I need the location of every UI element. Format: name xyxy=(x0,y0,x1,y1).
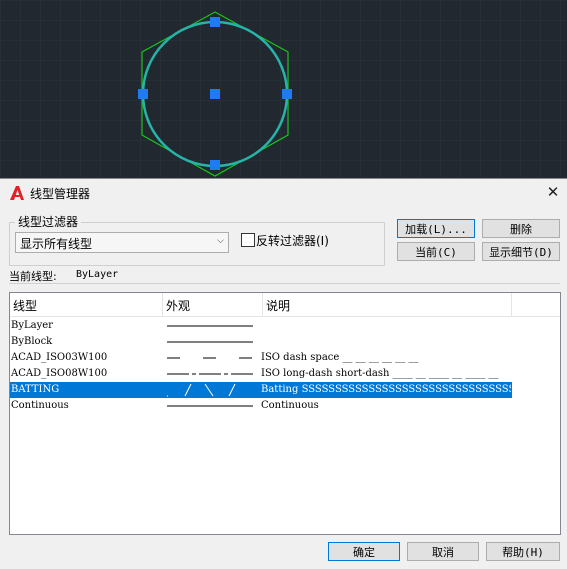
linetype-name: ByBlock xyxy=(11,336,53,347)
column-header-linetype[interactable]: 线型 xyxy=(10,293,163,316)
show-details-button[interactable]: 显示细节(D) xyxy=(482,242,560,261)
linetype-appearance xyxy=(167,373,253,375)
table-row[interactable]: ByBlock xyxy=(10,334,512,350)
close-icon[interactable]: ✕ xyxy=(541,181,565,203)
linetype-appearance xyxy=(167,325,253,327)
load-button[interactable]: 加载(L)... xyxy=(397,219,475,238)
grip-top[interactable] xyxy=(210,17,220,27)
linetype-description: ISO dash space __ __ __ __ __ __ xyxy=(261,352,419,363)
linetype-appearance xyxy=(167,405,253,407)
linetype-name: ACAD_ISO08W100 xyxy=(11,368,108,379)
grip-left[interactable] xyxy=(138,89,148,99)
grip-bottom[interactable] xyxy=(210,160,220,170)
set-current-button[interactable]: 当前(C) xyxy=(397,242,475,261)
dialog-title: 线型管理器 xyxy=(30,187,91,201)
linetype-appearance xyxy=(167,341,253,343)
chevron-down-icon: ⌵ xyxy=(217,236,224,246)
linetype-name: Continuous xyxy=(11,400,69,411)
linetype-name: ACAD_ISO03W100 xyxy=(11,352,108,363)
linetype-name: BATTING xyxy=(11,384,60,395)
linetype-description: Batting SSSSSSSSSSSSSSSSSSSSSSSSSSSSSSSS… xyxy=(261,384,511,395)
invert-filter-label[interactable]: 反转过滤器(I) xyxy=(256,232,329,249)
current-linetype-value: ByLayer xyxy=(76,269,119,280)
linetype-appearance xyxy=(167,357,253,359)
column-header-appearance[interactable]: 外观 xyxy=(163,293,263,316)
table-row-selected[interactable]: BATTING Batting SSSSSSSSSSSSSSSSSSSSSSSS… xyxy=(10,382,512,398)
grip-center[interactable] xyxy=(210,89,220,99)
linetype-description: ISO long-dash short-dash ____ __ ____ __… xyxy=(261,368,499,379)
header-divider xyxy=(10,316,560,317)
table-row[interactable]: ACAD_ISO03W100 ISO dash space __ __ __ _… xyxy=(10,350,512,366)
current-linetype-label: 当前线型: xyxy=(9,270,57,283)
filter-dropdown-value: 显示所有线型 xyxy=(20,237,93,251)
drawing-canvas[interactable] xyxy=(0,0,567,180)
table-row[interactable]: ByLayer xyxy=(10,318,512,334)
table-row[interactable]: ACAD_ISO08W100 ISO long-dash short-dash … xyxy=(10,366,512,382)
linetype-manager-dialog: 线型管理器 ✕ 线型过滤器 显示所有线型 ⌵ 反转过滤器(I) 加载(L)...… xyxy=(0,178,567,569)
help-button[interactable]: 帮助(H) xyxy=(486,542,560,561)
grip-right[interactable] xyxy=(282,89,292,99)
linetype-list[interactable]: 线型 外观 说明 ByLayer ByBlock ACAD_ISO03W100 … xyxy=(9,292,561,535)
cancel-button[interactable]: 取消 xyxy=(407,542,479,561)
table-row[interactable]: Continuous Continuous xyxy=(10,398,512,414)
column-header-description[interactable]: 说明 xyxy=(263,293,512,316)
divider xyxy=(9,283,560,284)
invert-filter-checkbox[interactable] xyxy=(241,233,255,247)
linetype-description: Continuous xyxy=(261,400,319,411)
ok-button[interactable]: 确定 xyxy=(328,542,400,561)
filter-group-label: 线型过滤器 xyxy=(15,213,82,230)
autocad-logo-icon xyxy=(10,186,24,200)
filter-dropdown[interactable]: 显示所有线型 ⌵ xyxy=(15,232,229,253)
delete-button[interactable]: 删除 xyxy=(482,219,560,238)
linetype-appearance xyxy=(167,383,236,397)
linetype-name: ByLayer xyxy=(11,320,53,331)
